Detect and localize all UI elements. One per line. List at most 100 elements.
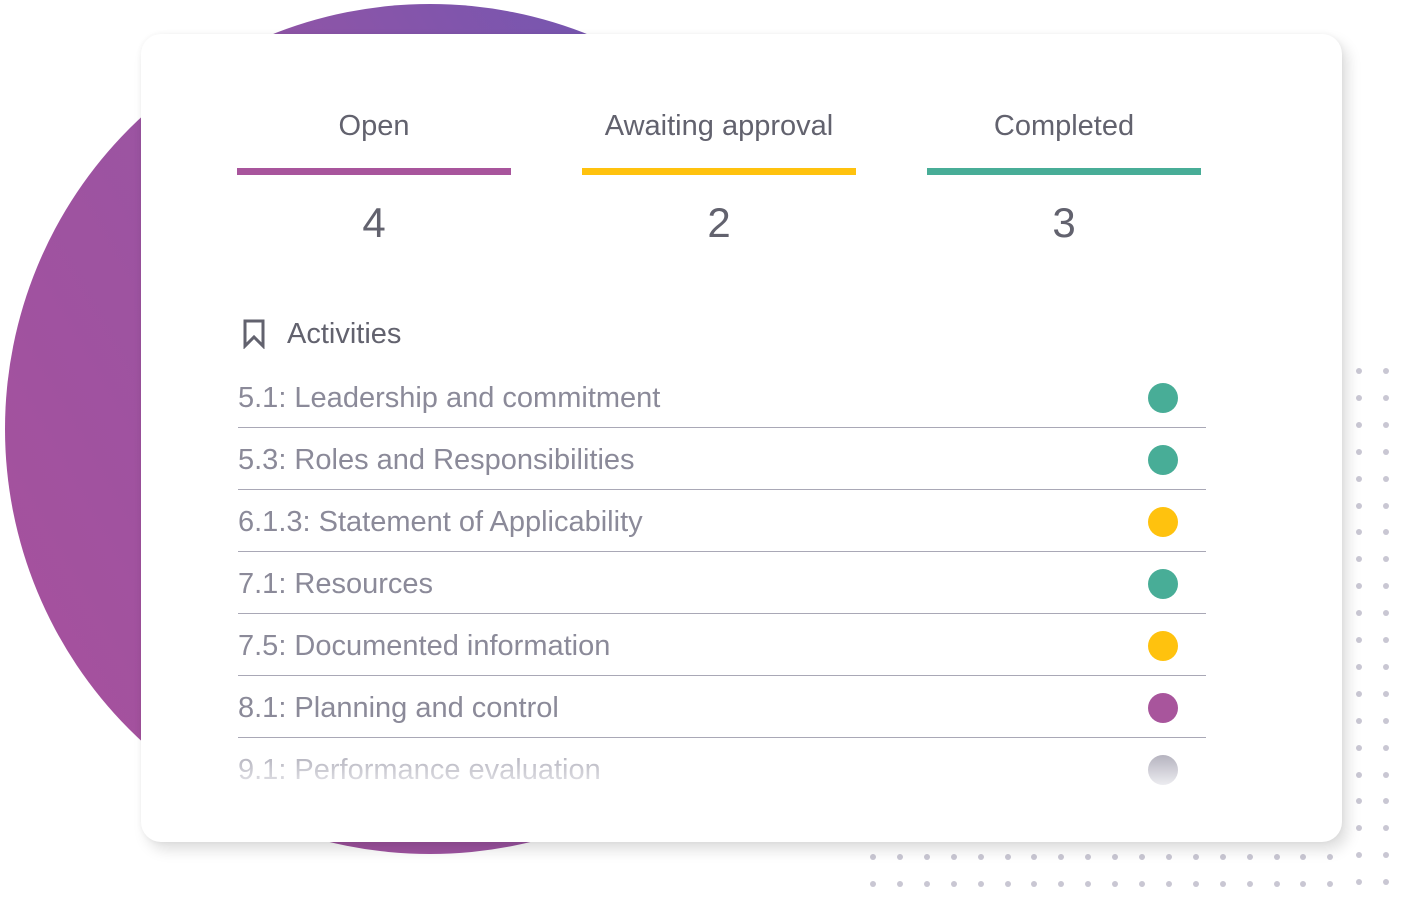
activity-row[interactable]: 7.1: Resources (238, 552, 1206, 614)
decorative-dot (1300, 881, 1307, 887)
decorative-dot (1383, 529, 1389, 536)
decorative-dot (1383, 421, 1389, 428)
decorative-dot (1383, 610, 1389, 617)
stat-color-bar (582, 168, 856, 175)
decorative-dot (1219, 854, 1226, 860)
stat-count: 3 (1052, 199, 1076, 246)
decorative-dot (1356, 717, 1362, 724)
activity-row[interactable]: 5.1: Leadership and commitment (238, 366, 1206, 428)
status-dot (1148, 631, 1178, 661)
decorative-dot (1246, 854, 1253, 860)
activity-row[interactable]: 8.1: Planning and control (238, 676, 1206, 738)
decorative-dot (1031, 881, 1038, 887)
stat-color-bar (927, 168, 1201, 175)
decorative-dot (1383, 852, 1389, 859)
decorative-dot (1383, 771, 1389, 778)
decorative-dot (1383, 394, 1389, 401)
decorative-dot (1219, 881, 1226, 887)
decorative-dot (1356, 798, 1362, 805)
decorative-dot (1356, 825, 1362, 832)
decorative-dot (1356, 394, 1362, 401)
decorative-dot (1165, 854, 1172, 860)
decorative-dot (1192, 854, 1199, 860)
decorative-dot (950, 881, 957, 887)
activity-label: 7.1: Resources (238, 568, 434, 600)
decorative-dot (1356, 368, 1362, 374)
decorative-dot (1383, 744, 1389, 751)
decorative-dot (1004, 854, 1011, 860)
decorative-dot (1383, 502, 1389, 509)
decorative-dot (1058, 854, 1065, 860)
decorative-dot (1356, 663, 1362, 670)
decorative-dot (1356, 610, 1362, 617)
decorative-dot (896, 854, 903, 860)
decorative-dot (1165, 881, 1172, 887)
decorative-dot (1356, 556, 1362, 563)
decorative-dot (1383, 879, 1389, 886)
decorative-dot (1300, 854, 1307, 860)
decorative-dot (1004, 881, 1011, 887)
activity-label: 8.1: Planning and control (238, 692, 559, 724)
decorative-dot (1192, 881, 1199, 887)
decorative-dot (977, 881, 984, 887)
activity-summary-card: Open 4 Awaiting approval 2 Completed 3 A… (141, 34, 1342, 842)
activities-header: Activities (241, 316, 401, 352)
decorative-dot (1246, 881, 1253, 887)
decorative-dot (1356, 475, 1362, 482)
decorative-dot (1383, 368, 1389, 374)
decorative-dot (1356, 637, 1362, 643)
activity-label: 5.3: Roles and Responsibilities (238, 444, 635, 476)
activity-label: 7.5: Documented information (238, 630, 611, 662)
decorative-dot (1356, 690, 1362, 697)
decorative-dot (1058, 881, 1065, 887)
decorative-dot (1356, 583, 1362, 590)
decorative-dot (1383, 717, 1389, 724)
decorative-dot (1356, 879, 1362, 886)
decorative-dot (1273, 881, 1280, 887)
activity-label: 6.1.3: Statement of Applicability (238, 506, 643, 538)
decorative-dot (1383, 825, 1389, 832)
decorative-dot (1356, 852, 1362, 859)
status-dot (1148, 383, 1178, 413)
decorative-dot (1112, 854, 1119, 860)
status-dot (1148, 755, 1178, 785)
decorative-dot (1383, 663, 1389, 670)
decorative-dot (896, 881, 903, 887)
decorative-dot (1031, 854, 1038, 860)
decorative-dot (1085, 854, 1092, 860)
decorative-dot (950, 854, 957, 860)
activity-row[interactable]: 6.1.3: Statement of Applicability (238, 490, 1206, 552)
decorative-dot (1356, 448, 1362, 455)
activity-row[interactable]: 9.1: Performance evaluation (238, 738, 1206, 800)
stat-color-bar (237, 168, 511, 175)
status-dot (1148, 569, 1178, 599)
stat-label: Completed (993, 110, 1135, 142)
status-dot (1148, 693, 1178, 723)
stat-label: Open (338, 110, 410, 142)
decorative-dot (923, 881, 930, 887)
decorative-dot (923, 854, 930, 860)
decorative-dot (1139, 854, 1145, 860)
decorative-dot (1383, 690, 1389, 697)
decorative-dot (1383, 448, 1389, 455)
activities-list: 5.1: Leadership and commitment 5.3: Role… (238, 366, 1206, 800)
decorative-dot (870, 881, 876, 887)
decorative-dot (1356, 529, 1362, 536)
decorative-dot (1085, 881, 1092, 887)
activity-row[interactable]: 7.5: Documented information (238, 614, 1206, 676)
stat-count: 2 (707, 199, 731, 246)
decorative-dot (1112, 881, 1119, 887)
decorative-dot (1327, 881, 1334, 887)
stat-count: 4 (362, 199, 386, 246)
decorative-dot (1356, 771, 1362, 778)
decorative-dot (1383, 583, 1389, 590)
decorative-dot (1273, 854, 1280, 860)
decorative-dot (1356, 421, 1362, 428)
decorative-dot (977, 854, 984, 860)
decorative-dot (1139, 881, 1145, 887)
decorative-dot (1383, 556, 1389, 563)
decorative-dot (1356, 744, 1362, 751)
decorative-dot (1383, 798, 1389, 805)
activity-row[interactable]: 5.3: Roles and Responsibilities (238, 428, 1206, 490)
decorative-dot (1356, 502, 1362, 509)
